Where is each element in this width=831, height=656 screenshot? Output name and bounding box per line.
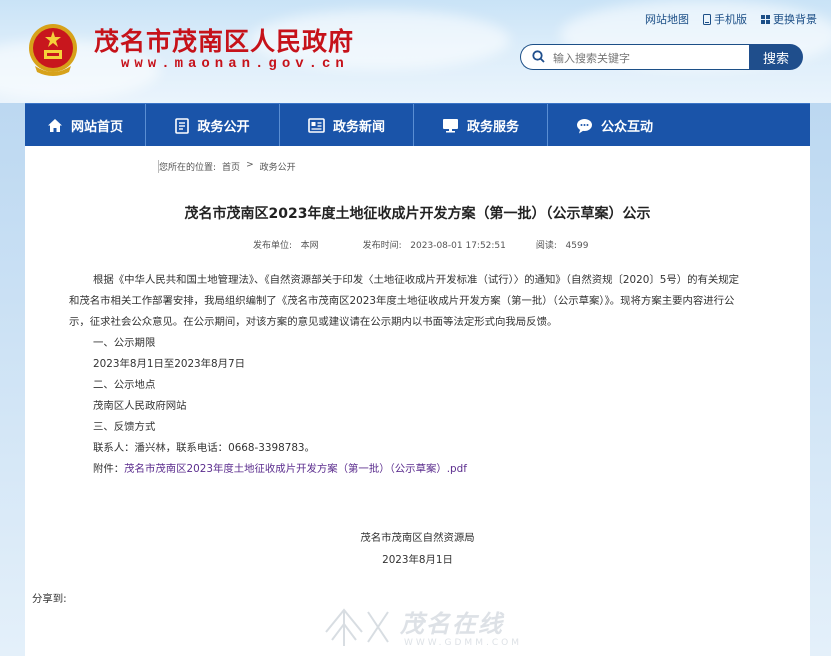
paragraph: 根据《中华人民共和国土地管理法》、《自然资源部关于印发〈土地征收成片开发标准（试… [93, 274, 740, 286]
national-emblem-icon [29, 24, 77, 76]
meta-time: 发布时间: 2023-08-01 17:52:51 [362, 241, 506, 251]
paragraph: 示，征求社会公众意见。在公示期间，对该方案的意见或建议请在公示期内以书面等法定形… [69, 316, 558, 328]
watermark: 茂名在线 WWW.GDMM.COM [318, 602, 519, 656]
watermark-text: 茂名在线 [400, 610, 504, 638]
paragraph: 和茂名市相关工作部署安排，我局组织编制了《茂名市茂南区2023年度土地征收成片开… [69, 295, 735, 307]
mobile-link[interactable]: 手机版 [703, 11, 747, 27]
nav-item-label: 网站首页 [70, 120, 123, 135]
search-input[interactable] [551, 48, 745, 68]
search-icon [532, 50, 545, 63]
main-nav: 网站首页 政务公开 政务新闻 政务服务 公众互动 [25, 103, 810, 147]
monitor-icon [442, 119, 458, 133]
signature-date: 2023年8月1日 [382, 554, 453, 566]
phone-icon [703, 13, 711, 25]
site-header: 茂名市茂南区人民政府 www.maonan.gov.cn 网站地图 手机版 更换… [0, 0, 831, 103]
nav-item-gov-news[interactable]: 政务新闻 [280, 104, 414, 147]
sitemap-link[interactable]: 网站地图 [645, 11, 689, 27]
meta-views: 阅读: 4599 [535, 241, 589, 251]
nav-item-gov-services[interactable]: 政务服务 [414, 104, 548, 147]
document-icon [175, 117, 190, 134]
paragraph: 联系人：潘兴林，联系电话：0668-3398783。 [93, 442, 315, 454]
nav-item-label: 公众互动 [600, 120, 653, 135]
page-background-right [810, 103, 831, 656]
search-bar: 搜索 [520, 44, 803, 70]
article-body: 根据《中华人民共和国土地管理法》、《自然资源部关于印发〈土地征收成片开发标准（试… [69, 270, 782, 480]
search-button[interactable]: 搜索 [749, 44, 803, 70]
breadcrumb: 您所在的位置: 首页 > 政务公开 [158, 160, 296, 173]
nav-item-label: 政务新闻 [332, 120, 385, 135]
top-links: 网站地图 手机版 更换背景 [645, 11, 817, 27]
mobile-link-label: 手机版 [714, 13, 747, 26]
article-meta: 发布单位: 本网 发布时间: 2023-08-01 17:52:51 阅读: 4… [253, 238, 614, 251]
nav-item-label: 政务服务 [466, 120, 519, 135]
breadcrumb-gov-affairs[interactable]: 政务公开 [260, 160, 296, 173]
paragraph: 茂南区人民政府网站 [93, 400, 187, 412]
paragraph: 2023年8月1日至2023年8月7日 [93, 358, 246, 370]
attachment-label: 附件： [93, 463, 125, 475]
attachment-line: 附件：茂名市茂南区2023年度土地征收成片开发方案（第一批）（公示草案）.pdf [72, 459, 782, 480]
article-title: 茂名市茂南区2023年度土地征收成片开发方案（第一批）（公示草案）公示 [184, 206, 651, 222]
chat-icon [576, 118, 592, 133]
meta-publisher: 发布单位: 本网 [253, 241, 319, 251]
article-panel: 您所在的位置: 首页 > 政务公开 茂名市茂南区2023年度土地征收成片开发方案… [25, 146, 810, 656]
nav-item-home[interactable]: 网站首页 [25, 104, 146, 147]
site-title[interactable]: 茂名市茂南区人民政府 [94, 22, 354, 58]
attachment-link[interactable]: 茂名市茂南区2023年度土地征收成片开发方案（第一批）（公示草案）.pdf [124, 463, 467, 475]
grid-icon [761, 14, 770, 24]
home-icon [47, 119, 62, 132]
page-background-left [0, 103, 25, 656]
watermark-url: WWW.GDMM.COM [404, 638, 522, 648]
share-label: 分享到: [32, 593, 67, 605]
section-heading: 一、公示期限 [93, 337, 156, 349]
signature-org: 茂名市茂南区自然资源局 [360, 532, 475, 544]
change-background-label: 更换背景 [773, 13, 817, 26]
site-url[interactable]: www.maonan.gov.cn [121, 56, 349, 72]
nav-item-label: 政务公开 [197, 120, 250, 135]
search-box [520, 44, 749, 70]
nav-item-gov-affairs[interactable]: 政务公开 [146, 104, 280, 147]
section-heading: 二、公示地点 [93, 379, 156, 391]
section-heading: 三、反馈方式 [93, 421, 156, 433]
change-background-link[interactable]: 更换背景 [761, 11, 817, 27]
breadcrumb-prefix: 您所在的位置: [159, 163, 217, 173]
nav-item-public-interaction[interactable]: 公众互动 [548, 104, 681, 147]
news-icon [308, 118, 325, 133]
breadcrumb-separator: > [246, 160, 254, 170]
breadcrumb-home[interactable]: 首页 [222, 160, 240, 173]
